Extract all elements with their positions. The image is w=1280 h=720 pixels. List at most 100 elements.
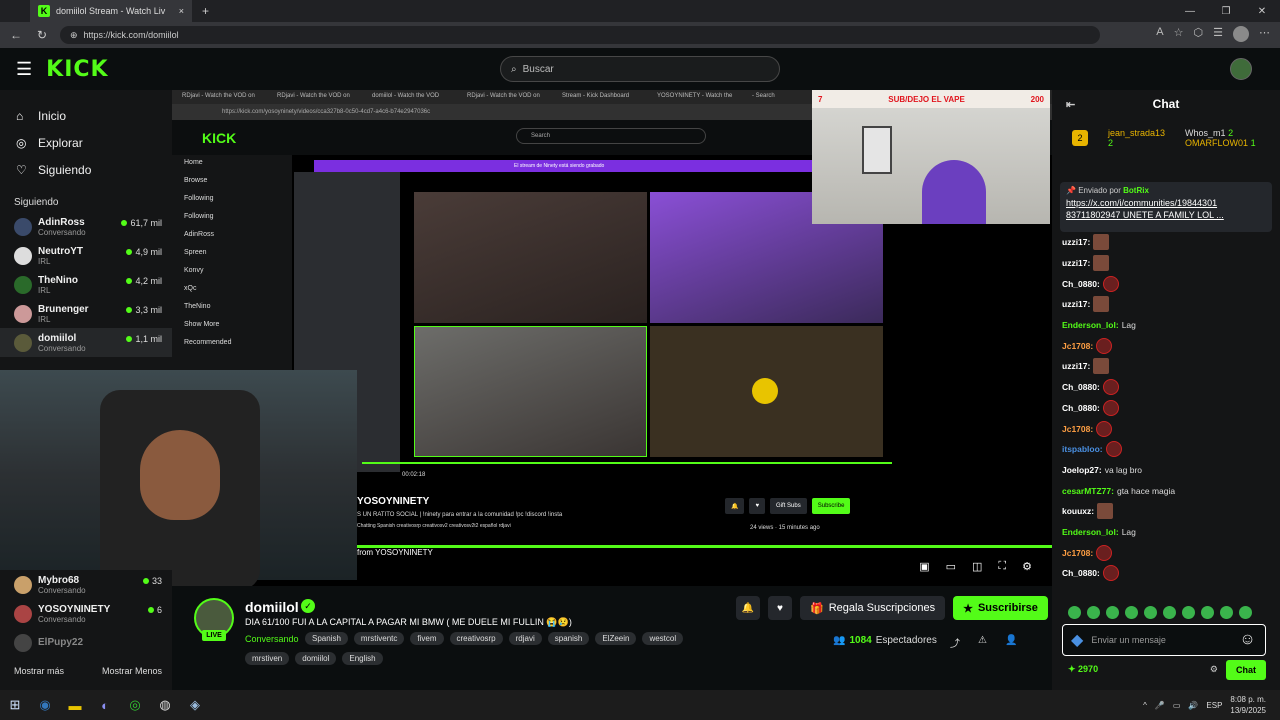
player-progress-bar[interactable] bbox=[357, 545, 1052, 548]
report-icon[interactable]: ⚠ bbox=[978, 635, 987, 650]
tag[interactable]: mrstiventc bbox=[353, 632, 405, 645]
tag[interactable]: Spanish bbox=[305, 632, 348, 645]
show-less-link[interactable]: Mostrar Menos bbox=[102, 666, 162, 676]
users-icon[interactable]: 👤 bbox=[1005, 635, 1017, 650]
leader-name[interactable]: jean_strada13 bbox=[1108, 128, 1165, 138]
chat-username[interactable]: Ch_0880: bbox=[1062, 403, 1100, 413]
subscribe-button[interactable]: ★ Suscribirse bbox=[953, 596, 1048, 620]
emote-icon[interactable] bbox=[1201, 606, 1214, 619]
chat-username[interactable]: uzzi17: bbox=[1062, 237, 1090, 247]
chat-username[interactable]: cesarMTZ77: bbox=[1062, 486, 1114, 496]
nav-explore[interactable]: ◎ Explorar bbox=[16, 129, 172, 156]
chat-username[interactable]: uzzi17: bbox=[1062, 258, 1090, 268]
search-input[interactable] bbox=[522, 63, 743, 75]
emote-icon[interactable] bbox=[1239, 606, 1252, 619]
channel-name-title[interactable]: domiilol bbox=[245, 599, 299, 615]
tag[interactable]: fivem bbox=[410, 632, 444, 645]
chat-username[interactable]: kouuxz: bbox=[1062, 506, 1094, 516]
clock[interactable]: 8:08 p. m. 13/9/2025 bbox=[1230, 694, 1266, 716]
browser-tab-active[interactable]: K domiilol Stream - Watch Liv × bbox=[30, 0, 192, 22]
read-aloud-icon[interactable]: A bbox=[1156, 26, 1163, 42]
discord-app-icon[interactable]: ◐ bbox=[90, 690, 120, 720]
send-chat-button[interactable]: Chat bbox=[1226, 660, 1266, 680]
refresh-icon[interactable]: ↻ bbox=[32, 25, 52, 45]
language-indicator[interactable]: ESP bbox=[1206, 701, 1222, 710]
pip-icon[interactable]: ▣ bbox=[919, 560, 929, 573]
emote-icon[interactable] bbox=[1125, 606, 1138, 619]
emote-icon[interactable] bbox=[1068, 606, 1081, 619]
tag[interactable]: English bbox=[342, 652, 383, 665]
chat-input-box[interactable]: ◆ ☺ bbox=[1062, 624, 1266, 656]
fullscreen-icon[interactable]: ⛶ bbox=[998, 560, 1006, 573]
whatsapp-icon[interactable]: ◎ bbox=[120, 690, 150, 720]
menu-icon[interactable]: ☰ bbox=[16, 59, 32, 80]
sidebar-channel-elpupy22[interactable]: ElPupy22 bbox=[0, 628, 172, 657]
sidebar-channel-domiilol[interactable]: domiilol Conversando 1,1 mil bbox=[0, 328, 172, 357]
pinned-message[interactable]: 📌 Enviado por BotRix https://x.com/i/com… bbox=[1060, 182, 1272, 232]
sidebar-channel-neutroyt[interactable]: NeutroYT IRL 4,9 mil bbox=[0, 241, 172, 270]
cinema-icon[interactable]: ◫ bbox=[972, 560, 982, 573]
theater-icon[interactable]: ▭ bbox=[946, 560, 956, 573]
chat-username[interactable]: uzzi17: bbox=[1062, 361, 1090, 371]
search-bar[interactable]: ⌕ bbox=[500, 56, 780, 82]
follow-heart-icon[interactable]: ♥ bbox=[768, 596, 792, 620]
extensions-icon[interactable]: ⬡ bbox=[1194, 26, 1204, 42]
chat-username[interactable]: Jc1708: bbox=[1062, 548, 1093, 558]
chat-username[interactable]: Enderson_lol: bbox=[1062, 527, 1119, 537]
emote-icon[interactable] bbox=[1220, 606, 1233, 619]
chat-username[interactable]: Ch_0880: bbox=[1062, 382, 1100, 392]
leader-name[interactable]: OMARFLOW01 bbox=[1185, 138, 1248, 148]
network-icon[interactable]: ▭ bbox=[1173, 701, 1181, 710]
nav-home[interactable]: ⌂ Inicio bbox=[16, 102, 172, 129]
chat-username[interactable]: Ch_0880: bbox=[1062, 279, 1100, 289]
mic-icon[interactable]: 🎤 bbox=[1155, 701, 1165, 710]
chat-username[interactable]: uzzi17: bbox=[1062, 299, 1090, 309]
chat-username[interactable]: Ch_0880: bbox=[1062, 568, 1100, 578]
url-field[interactable]: ⊕ https://kick.com/domiilol bbox=[60, 26, 1100, 44]
show-more-link[interactable]: Mostrar más bbox=[14, 666, 64, 676]
sidebar-channel-brunenger[interactable]: Brunenger IRL 3,3 mil bbox=[0, 299, 172, 328]
site-info-icon[interactable]: ⊕ bbox=[70, 30, 78, 41]
tag[interactable]: westcol bbox=[642, 632, 684, 645]
tag[interactable]: ElZeein bbox=[595, 632, 637, 645]
favorites-icon[interactable]: ☰ bbox=[1213, 26, 1223, 42]
emote-icon[interactable] bbox=[1087, 606, 1100, 619]
channel-points[interactable]: ✦ 2970 bbox=[1068, 664, 1098, 675]
more-menu-icon[interactable]: ⋯ bbox=[1259, 26, 1270, 42]
volume-icon[interactable]: 🔊 bbox=[1188, 701, 1198, 710]
chat-username[interactable]: itspabloo: bbox=[1062, 444, 1103, 454]
emote-icon[interactable] bbox=[1182, 606, 1195, 619]
share-icon[interactable]: ⤴ bbox=[950, 635, 960, 650]
collapse-chat-icon[interactable]: ⇤ bbox=[1066, 98, 1075, 111]
chat-username[interactable]: Jc1708: bbox=[1062, 424, 1093, 434]
emote-icon[interactable] bbox=[1163, 606, 1176, 619]
nav-following[interactable]: ♡ Siguiendo bbox=[16, 156, 172, 183]
file-explorer-icon[interactable]: ▬ bbox=[60, 690, 90, 720]
windows-start-icon[interactable]: ⊞ bbox=[0, 690, 30, 720]
settings-icon[interactable]: ⚙ bbox=[1022, 560, 1032, 573]
favorite-star-icon[interactable]: ☆ bbox=[1174, 26, 1184, 42]
chat-username[interactable]: Enderson_lol: bbox=[1062, 320, 1119, 330]
obs-icon[interactable]: ◍ bbox=[150, 690, 180, 720]
chat-settings-icon[interactable]: ⚙ bbox=[1210, 664, 1218, 675]
sidebar-channel-yosoyninety[interactable]: YOSOYNINETY Conversando 6 bbox=[0, 599, 172, 628]
tray-chevron-icon[interactable]: ^ bbox=[1143, 701, 1147, 710]
tag[interactable]: creativosrp bbox=[449, 632, 503, 645]
close-tab-icon[interactable]: × bbox=[179, 6, 184, 16]
tag[interactable]: domiilol bbox=[295, 652, 337, 665]
chat-username[interactable]: Jc1708: bbox=[1062, 341, 1093, 351]
tag[interactable]: mrstiven bbox=[245, 652, 290, 665]
new-tab-button[interactable]: + bbox=[202, 4, 209, 18]
leader-name[interactable]: Whos_m1 bbox=[1185, 128, 1226, 138]
chat-username[interactable]: Joelop27: bbox=[1062, 465, 1102, 475]
kick-logo[interactable]: KICK bbox=[46, 57, 108, 82]
tag[interactable]: rdjavi bbox=[508, 632, 542, 645]
tag[interactable]: spanish bbox=[547, 632, 590, 645]
minimize-icon[interactable]: — bbox=[1172, 0, 1208, 22]
back-icon[interactable]: ← bbox=[6, 25, 26, 45]
notification-bell-icon[interactable]: 🔔 bbox=[736, 596, 760, 620]
stream-category[interactable]: Conversando bbox=[245, 634, 299, 644]
maximize-icon[interactable]: ❐ bbox=[1208, 0, 1244, 22]
gift-subs-button[interactable]: 🎁 Regala Suscripciones bbox=[800, 596, 946, 620]
emote-icon[interactable] bbox=[1144, 606, 1157, 619]
